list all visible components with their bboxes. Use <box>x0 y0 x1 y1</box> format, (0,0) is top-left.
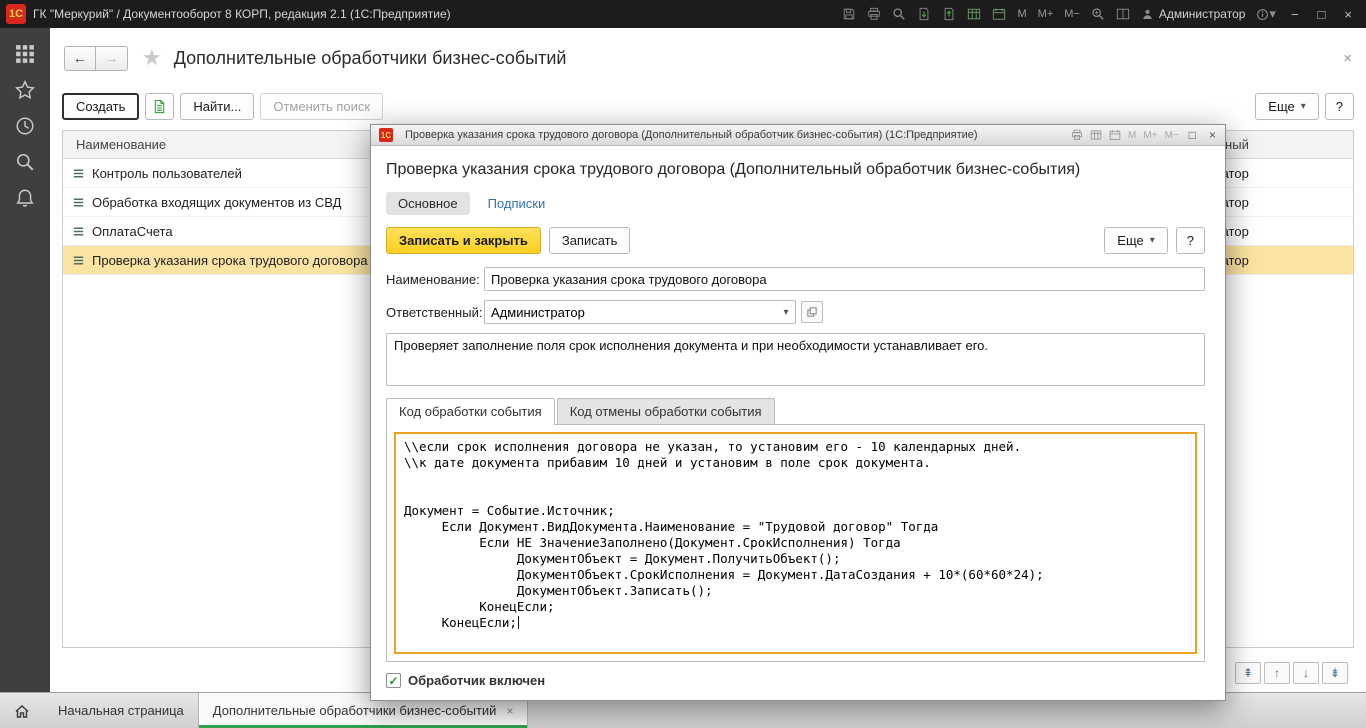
handler-enabled-checkbox[interactable]: ✓ <box>386 673 401 688</box>
dialog-title: Проверка указания срока трудового догово… <box>405 129 1064 141</box>
save-close-button[interactable]: Записать и закрыть <box>386 227 541 254</box>
favorite-star-icon[interactable]: ★ <box>142 47 162 69</box>
history-icon[interactable] <box>15 116 35 136</box>
app-logo: 1С <box>6 4 26 24</box>
chevron-down-icon: ▾ <box>1269 6 1276 22</box>
load-file-icon[interactable] <box>917 7 931 21</box>
page-up-button[interactable]: ↑ <box>1264 662 1290 684</box>
print-preview-icon[interactable] <box>892 7 906 21</box>
tab-subscriptions[interactable]: Подписки <box>488 196 546 211</box>
cancel-search-button[interactable]: Отменить поиск <box>260 93 383 120</box>
handler-enabled-row: ✓ Обработчик включен <box>386 673 1205 688</box>
info-menu-icon[interactable]: ▾ <box>1256 6 1276 22</box>
page-down-button[interactable]: ↓ <box>1293 662 1319 684</box>
dialog-close-button[interactable]: × <box>1206 128 1219 142</box>
notifications-icon[interactable] <box>15 188 35 208</box>
close-button[interactable]: × <box>1340 7 1356 22</box>
name-label: Наименование: <box>386 272 484 287</box>
chevron-down-icon: ▾ <box>1150 235 1155 246</box>
print-icon[interactable] <box>867 7 881 21</box>
list-item-icon <box>72 196 85 209</box>
tab-main[interactable]: Основное <box>386 192 470 215</box>
calculator-icon[interactable] <box>1090 129 1102 141</box>
save-button[interactable]: Записать <box>549 227 631 254</box>
dialog-navtabs: Основное Подписки <box>386 192 1205 215</box>
dialog-command-bar: Записать и закрыть Записать Еще▾ ? <box>386 227 1205 254</box>
save-icon[interactable] <box>842 7 856 21</box>
more-button[interactable]: Еще▾ <box>1255 93 1318 120</box>
print-icon[interactable] <box>1071 129 1083 141</box>
window-titlebar: 1С ГК "Меркурий" / Документооборот 8 КОР… <box>0 0 1366 28</box>
m-minus-button[interactable]: М− <box>1165 130 1179 141</box>
responsible-combobox[interactable]: ▾ <box>484 300 796 324</box>
responsible-input[interactable] <box>485 305 777 320</box>
handler-enabled-label: Обработчик включен <box>408 673 545 688</box>
chevron-down-icon: ▾ <box>1301 101 1306 112</box>
user-icon <box>1141 8 1154 21</box>
go-first-button[interactable]: ⇞ <box>1235 662 1261 684</box>
handler-dialog: 1С Проверка указания срока трудового дог… <box>370 124 1226 701</box>
back-button[interactable]: ← <box>64 46 96 71</box>
tab-code-handler[interactable]: Код обработки события <box>386 398 555 425</box>
name-input[interactable] <box>484 267 1205 291</box>
dialog-heading: Проверка указания срока трудового догово… <box>386 161 1205 179</box>
list-pager: ⇞ ↑ ↓ ⇟ <box>1235 662 1348 684</box>
current-user-indicator[interactable]: Администратор <box>1141 7 1246 21</box>
dialog-maximize-button[interactable]: □ <box>1186 128 1199 142</box>
list-item-icon <box>72 225 85 238</box>
calculator-icon[interactable] <box>967 7 981 21</box>
save-file-icon[interactable] <box>942 7 956 21</box>
go-last-button[interactable]: ⇟ <box>1322 662 1348 684</box>
search-icon[interactable] <box>15 152 35 172</box>
m-button[interactable]: М <box>1017 8 1026 20</box>
favorites-icon[interactable] <box>15 80 35 100</box>
sidebar <box>0 28 50 692</box>
app-logo: 1С <box>379 128 393 142</box>
back-arrow-icon: ← <box>73 50 87 66</box>
dialog-titlebar[interactable]: 1С Проверка указания срока трудового дог… <box>371 125 1225 146</box>
code-editor[interactable]: \\если срок исполнения договора не указа… <box>394 432 1197 654</box>
user-name: Администратор <box>1159 7 1246 21</box>
dialog-help-button[interactable]: ? <box>1176 227 1205 254</box>
m-minus-button[interactable]: М− <box>1064 8 1080 20</box>
sections-menu-icon[interactable] <box>15 44 35 64</box>
page-title: Дополнительные обработчики бизнес-событи… <box>174 48 567 69</box>
list-item-icon <box>72 254 85 267</box>
tab-code-cancel[interactable]: Код отмены обработки события <box>557 398 775 424</box>
page-header: ← → ★ Дополнительные обработчики бизнес-… <box>50 28 1366 88</box>
copy-item-button[interactable] <box>145 93 174 120</box>
m-plus-button[interactable]: М+ <box>1038 8 1054 20</box>
list-toolbar: Создать Найти... Отменить поиск Еще▾ ? <box>50 88 1366 122</box>
check-icon: ✓ <box>388 675 398 687</box>
responsible-label: Ответственный: <box>386 305 484 320</box>
split-window-icon[interactable] <box>1116 7 1130 21</box>
page-close-icon[interactable]: × <box>1343 50 1352 67</box>
find-button[interactable]: Найти... <box>180 93 254 120</box>
tab-close-icon[interactable]: × <box>506 704 513 718</box>
code-tabs: Код обработки события Код отмены обработ… <box>386 398 1205 424</box>
list-item-icon <box>72 167 85 180</box>
home-icon[interactable] <box>0 693 44 728</box>
forward-arrow-icon: → <box>105 50 119 66</box>
m-plus-button[interactable]: М+ <box>1143 130 1157 141</box>
window-title: ГК "Меркурий" / Документооборот 8 КОРП, … <box>33 7 451 21</box>
code-panel: \\если срок исполнения договора не указа… <box>386 424 1205 662</box>
dropdown-icon[interactable]: ▾ <box>777 307 795 318</box>
calendar-icon[interactable] <box>992 7 1006 21</box>
maximize-button[interactable]: □ <box>1314 7 1330 22</box>
calendar-icon[interactable] <box>1109 129 1121 141</box>
forward-button[interactable]: → <box>96 46 128 71</box>
dialog-more-button[interactable]: Еще▾ <box>1104 227 1167 254</box>
minimize-button[interactable]: − <box>1287 7 1303 22</box>
open-responsible-button[interactable] <box>801 301 823 323</box>
m-button[interactable]: М <box>1128 130 1136 141</box>
description-textarea[interactable]: Проверяет заполнение поля срок исполнени… <box>386 333 1205 386</box>
tab-home-page[interactable]: Начальная страница <box>44 693 199 728</box>
help-button[interactable]: ? <box>1325 93 1354 120</box>
zoom-icon[interactable] <box>1091 7 1105 21</box>
create-button[interactable]: Создать <box>62 93 139 120</box>
